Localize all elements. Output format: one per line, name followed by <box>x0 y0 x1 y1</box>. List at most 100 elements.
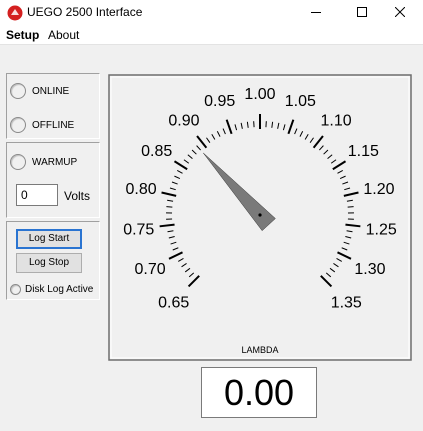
gauge-minor-tick <box>211 134 216 140</box>
warmup-label: WARMUP <box>32 157 78 168</box>
gauge-minor-tick <box>299 131 304 137</box>
gauge-ticks <box>159 114 361 288</box>
gauge-minor-tick <box>339 175 346 180</box>
gauge-tick-label: 0.85 <box>141 143 172 160</box>
gauge-minor-tick <box>176 170 183 174</box>
lambda-gauge: 0.65 0.70 0.75 0.80 0.85 0.90 0.95 1.00 1.051.10… <box>108 74 412 361</box>
gauge-minor-tick <box>327 154 333 159</box>
gauge-tick-label: 1.20 <box>363 181 394 198</box>
gauge-minor-tick <box>325 272 332 278</box>
gauge-minor-tick <box>344 187 351 191</box>
gauge-tick-label: 1.35 <box>331 294 362 311</box>
gauge-major-tick <box>337 251 352 260</box>
gauge-minor-tick <box>234 124 238 131</box>
minimize-icon <box>311 12 321 13</box>
gauge-needle-hub <box>258 213 262 217</box>
gauge-minor-tick <box>181 263 187 268</box>
gauge-minor-tick <box>319 145 324 151</box>
gauge-tick-label: 1.30 <box>354 261 385 278</box>
gauge-tick-label: 1.15 <box>348 143 379 160</box>
gauge-tick-label: 0.65 <box>158 294 189 311</box>
gauge-minor-tick <box>323 149 329 155</box>
menu-setup[interactable]: Setup <box>6 28 39 42</box>
gauge-major-tick <box>332 160 347 171</box>
gauge-tick-label: 1.05 <box>285 93 316 110</box>
gauge-minor-tick <box>170 241 177 245</box>
menu-divider <box>0 44 423 45</box>
gauge-label: LAMBDA <box>241 345 278 355</box>
gauge-tick-label: 1.10 <box>320 113 351 130</box>
gauge-minor-tick <box>329 267 336 273</box>
gauge-minor-tick <box>183 159 190 164</box>
gauge-tick-label: 0.80 <box>125 181 156 198</box>
gauge-minor-tick <box>336 257 343 262</box>
gauge-tick-label: 1.25 <box>366 222 397 239</box>
gauge-minor-tick <box>346 199 353 202</box>
gauge-minor-tick <box>347 206 354 208</box>
gauge-major-tick <box>196 135 208 149</box>
gauge-minor-tick <box>196 145 201 151</box>
gauge-minor-tick <box>206 137 211 143</box>
gauge-major-tick <box>225 119 233 135</box>
gauge-tick-label: 0.75 <box>123 222 154 239</box>
gauge-major-tick <box>345 223 361 228</box>
gauge-minor-tick <box>191 149 197 155</box>
log-start-button[interactable]: Log Start <box>16 229 82 249</box>
maximize-icon <box>357 7 367 17</box>
gauge-tick-label: 1.00 <box>244 86 275 103</box>
gauge-tick-label: 0.70 <box>135 261 166 278</box>
menu-about[interactable]: About <box>48 28 79 42</box>
gauge-minor-tick <box>188 272 195 278</box>
online-indicator-icon <box>10 83 26 99</box>
disk-log-indicator-icon <box>10 284 21 295</box>
gauge-minor-tick <box>246 121 249 128</box>
log-stop-button[interactable]: Log Stop <box>16 253 82 273</box>
gauge-major-tick <box>343 191 359 197</box>
gauge-minor-tick <box>345 236 352 239</box>
disk-log-label: Disk Log Active <box>25 284 94 295</box>
gauge-minor-tick <box>240 122 243 129</box>
gauge-major-tick <box>312 135 324 149</box>
gauge-minor-tick <box>337 170 344 174</box>
gauge-minor-tick <box>271 121 274 128</box>
gauge-major-tick <box>159 223 175 228</box>
gauge-minor-tick <box>184 267 191 273</box>
online-label: ONLINE <box>32 86 70 97</box>
gauge-major-tick <box>161 191 177 197</box>
gauge-major-tick <box>173 160 188 171</box>
app-icon <box>7 5 23 21</box>
gauge-major-tick <box>320 275 333 288</box>
gauge-minor-tick <box>304 134 309 140</box>
minimize-button[interactable] <box>293 0 339 25</box>
gauge-minor-tick <box>343 241 350 245</box>
gauge-minor-tick <box>330 159 337 164</box>
gauge-major-tick <box>187 275 200 288</box>
gauge-minor-tick <box>172 247 179 251</box>
title-bar: UEGO 2500 Interface <box>0 0 423 25</box>
lambda-readout: 0.00 <box>201 367 317 418</box>
gauge-minor-tick <box>333 263 339 268</box>
close-button[interactable] <box>377 0 423 25</box>
gauge-minor-tick <box>174 175 181 180</box>
gauge-minor-tick <box>277 122 280 129</box>
gauge-tick-label: 0.95 <box>204 93 235 110</box>
close-icon <box>395 7 405 17</box>
menu-bar: Setup About <box>0 25 423 44</box>
gauge-minor-tick <box>169 187 176 191</box>
gauge-minor-tick <box>167 230 174 233</box>
gauge-minor-tick <box>309 137 314 143</box>
gauge-minor-tick <box>294 128 298 135</box>
gauge-minor-tick <box>346 230 353 233</box>
gauge-minor-tick <box>342 181 349 185</box>
gauge-minor-tick <box>167 199 174 202</box>
gauge-minor-tick <box>216 131 221 137</box>
volts-field[interactable]: 0 <box>16 184 58 206</box>
gauge-minor-tick <box>282 124 286 131</box>
volts-unit-label: Volts <box>64 189 91 203</box>
gauge-minor-tick <box>171 181 178 185</box>
gauge-major-tick <box>168 251 183 260</box>
gauge-minor-tick <box>341 247 348 251</box>
gauge-needle <box>203 152 276 232</box>
gauge-tick-label: 0.90 <box>168 113 199 130</box>
gauge-minor-tick <box>222 128 226 135</box>
